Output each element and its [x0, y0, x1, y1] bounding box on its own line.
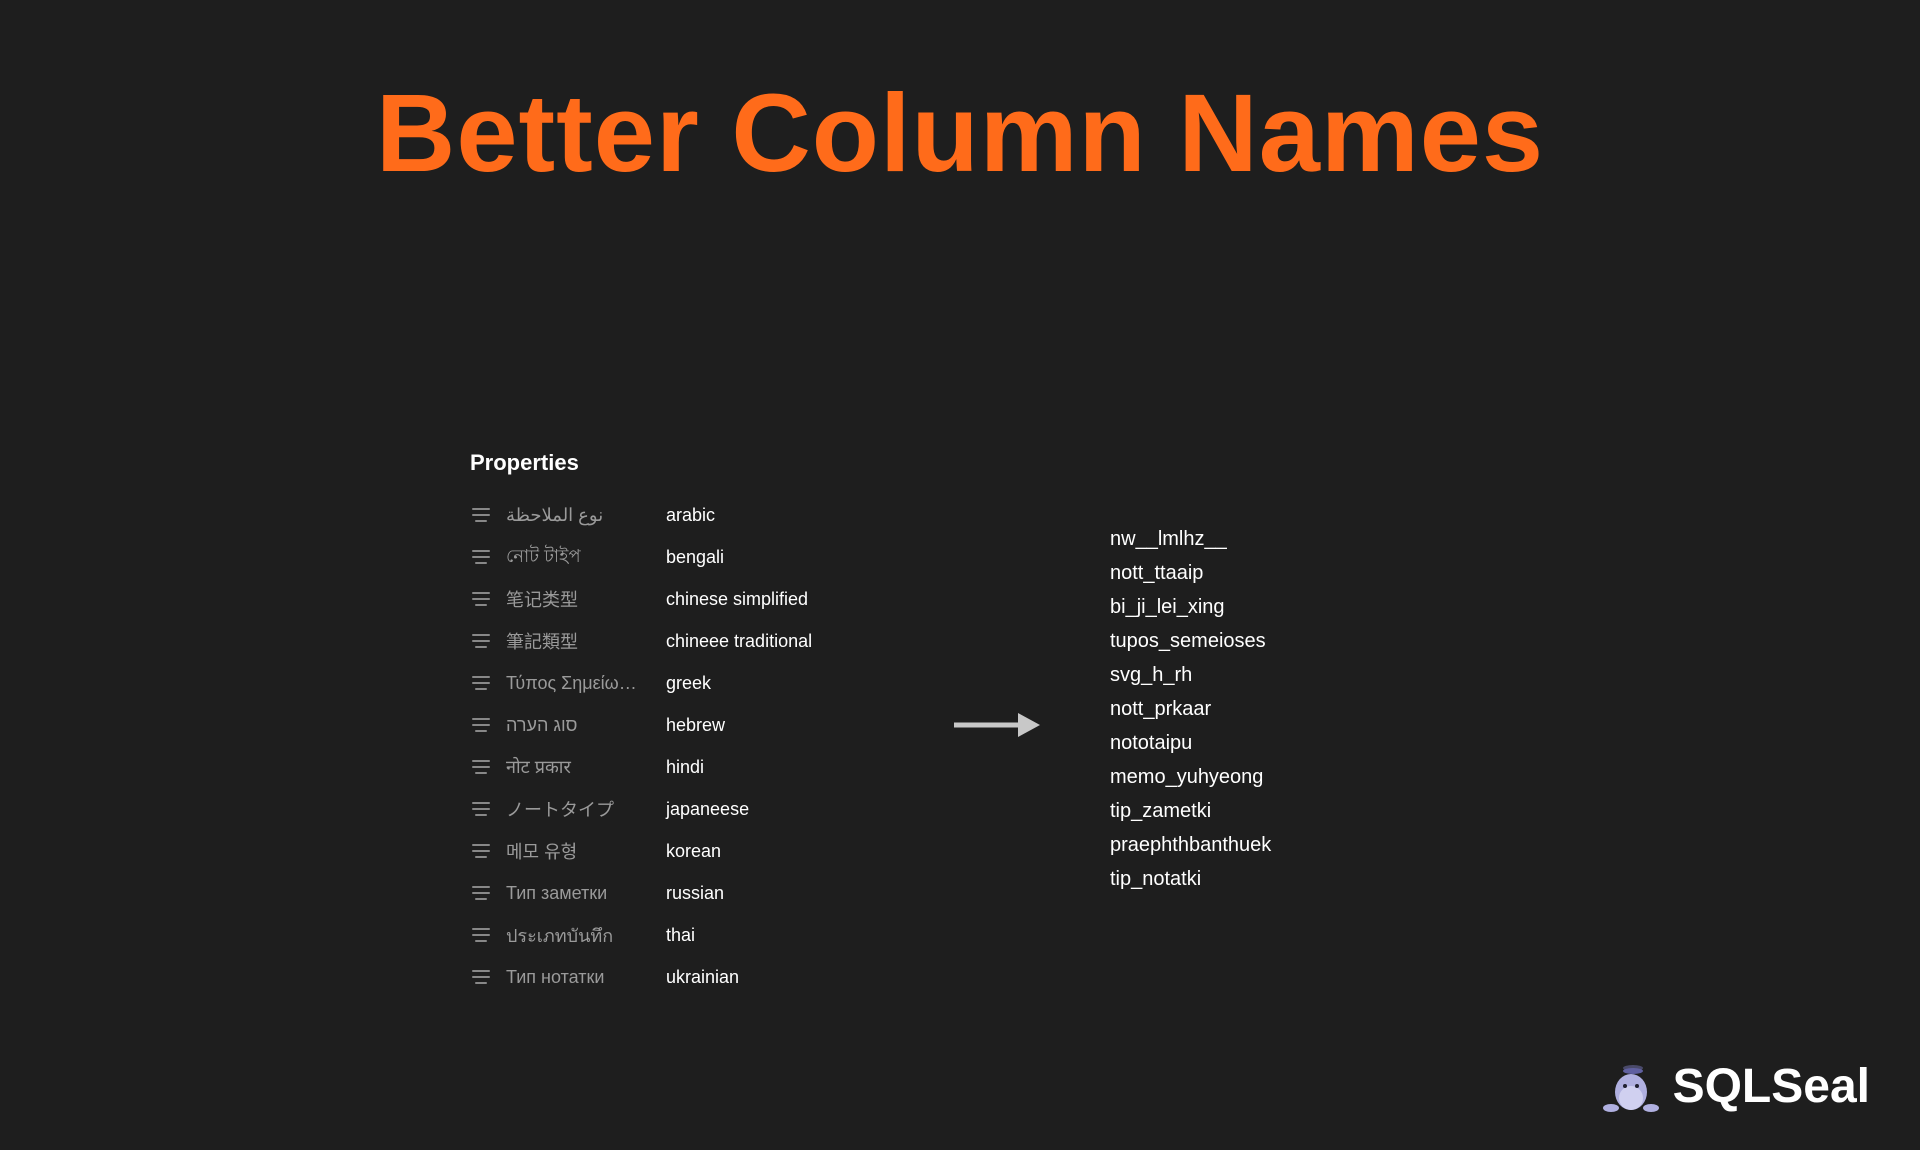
property-row: नोट प्रकार hindi: [470, 746, 880, 788]
output-list: nw__lmlhz__nott_ttaaipbi_ji_lei_xingtupo…: [1110, 522, 1271, 896]
text-property-icon: [470, 546, 492, 568]
text-property-icon: [470, 966, 492, 988]
text-property-icon: [470, 504, 492, 526]
property-key: ประเภทบันทึก: [506, 921, 656, 950]
output-line: tupos_semeioses: [1110, 624, 1271, 658]
property-row: Тип нотатки ukrainian: [470, 956, 880, 998]
property-row: סוג הערה hebrew: [470, 704, 880, 746]
property-value: chinese simplified: [666, 589, 808, 610]
output-line: tip_zametki: [1110, 794, 1271, 828]
seal-icon: [1603, 1058, 1659, 1114]
output-line: tip_notatki: [1110, 862, 1271, 896]
property-value: bengali: [666, 547, 724, 568]
text-property-icon: [470, 714, 492, 736]
brand-name: SQLSeal: [1673, 1059, 1870, 1114]
property-key: نوع الملاحظة: [506, 505, 656, 526]
property-key: Тип нотатки: [506, 967, 656, 988]
text-property-icon: [470, 924, 492, 946]
property-value: hebrew: [666, 715, 725, 736]
property-row: 筆記類型 chineee traditional: [470, 620, 880, 662]
text-property-icon: [470, 630, 492, 652]
property-key: 筆記類型: [506, 628, 656, 654]
property-value: greek: [666, 673, 711, 694]
property-value: ukrainian: [666, 967, 739, 988]
output-line: nw__lmlhz__: [1110, 522, 1271, 556]
text-property-icon: [470, 798, 492, 820]
main-content: Properties نوع الملاحظة arabic নোট টাইপ ben…: [470, 450, 1450, 998]
property-row: Тип заметки russian: [470, 872, 880, 914]
output-line: memo_yuhyeong: [1110, 760, 1271, 794]
property-key: ノートタイプ: [506, 796, 656, 822]
property-row: ノートタイプ japaneese: [470, 788, 880, 830]
property-key: 笔记类型: [506, 586, 656, 612]
output-line: nototaipu: [1110, 726, 1271, 760]
property-row: نوع الملاحظة arabic: [470, 494, 880, 536]
property-row: ประเภทบันทึก thai: [470, 914, 880, 956]
property-key: नोट प्रकार: [506, 755, 656, 779]
property-row: 메모 유형 korean: [470, 830, 880, 872]
properties-panel: Properties نوع الملاحظة arabic নোট টাইপ ben…: [470, 450, 880, 998]
properties-header: Properties: [470, 450, 880, 476]
brand-logo: SQLSeal: [1603, 1058, 1870, 1114]
text-property-icon: [470, 588, 492, 610]
output-line: nott_prkaar: [1110, 692, 1271, 726]
property-row: নোট টাইপ bengali: [470, 536, 880, 578]
properties-list: نوع الملاحظة arabic নোট টাইপ bengali 笔记类型 chi…: [470, 494, 880, 998]
text-property-icon: [470, 840, 492, 862]
property-key: Τύπος Σημείω…: [506, 673, 656, 694]
property-value: hindi: [666, 757, 704, 778]
text-property-icon: [470, 672, 492, 694]
text-property-icon: [470, 756, 492, 778]
property-key: নোট টাইপ: [506, 542, 656, 573]
text-property-icon: [470, 882, 492, 904]
property-value: russian: [666, 883, 724, 904]
property-key: סוג הערה: [506, 715, 656, 736]
output-line: svg_h_rh: [1110, 658, 1271, 692]
output-line: bi_ji_lei_xing: [1110, 590, 1271, 624]
property-value: thai: [666, 925, 695, 946]
arrow-icon: [950, 710, 1040, 745]
property-value: korean: [666, 841, 721, 862]
property-value: arabic: [666, 505, 715, 526]
property-row: 笔记类型 chinese simplified: [470, 578, 880, 620]
output-line: praephthbanthuek: [1110, 828, 1271, 862]
property-value: japaneese: [666, 799, 749, 820]
property-row: Τύπος Σημείω… greek: [470, 662, 880, 704]
property-key: Тип заметки: [506, 883, 656, 904]
output-line: nott_ttaaip: [1110, 556, 1271, 590]
page-title: Better Column Names: [0, 70, 1920, 197]
property-key: 메모 유형: [506, 838, 656, 864]
property-value: chineee traditional: [666, 631, 812, 652]
